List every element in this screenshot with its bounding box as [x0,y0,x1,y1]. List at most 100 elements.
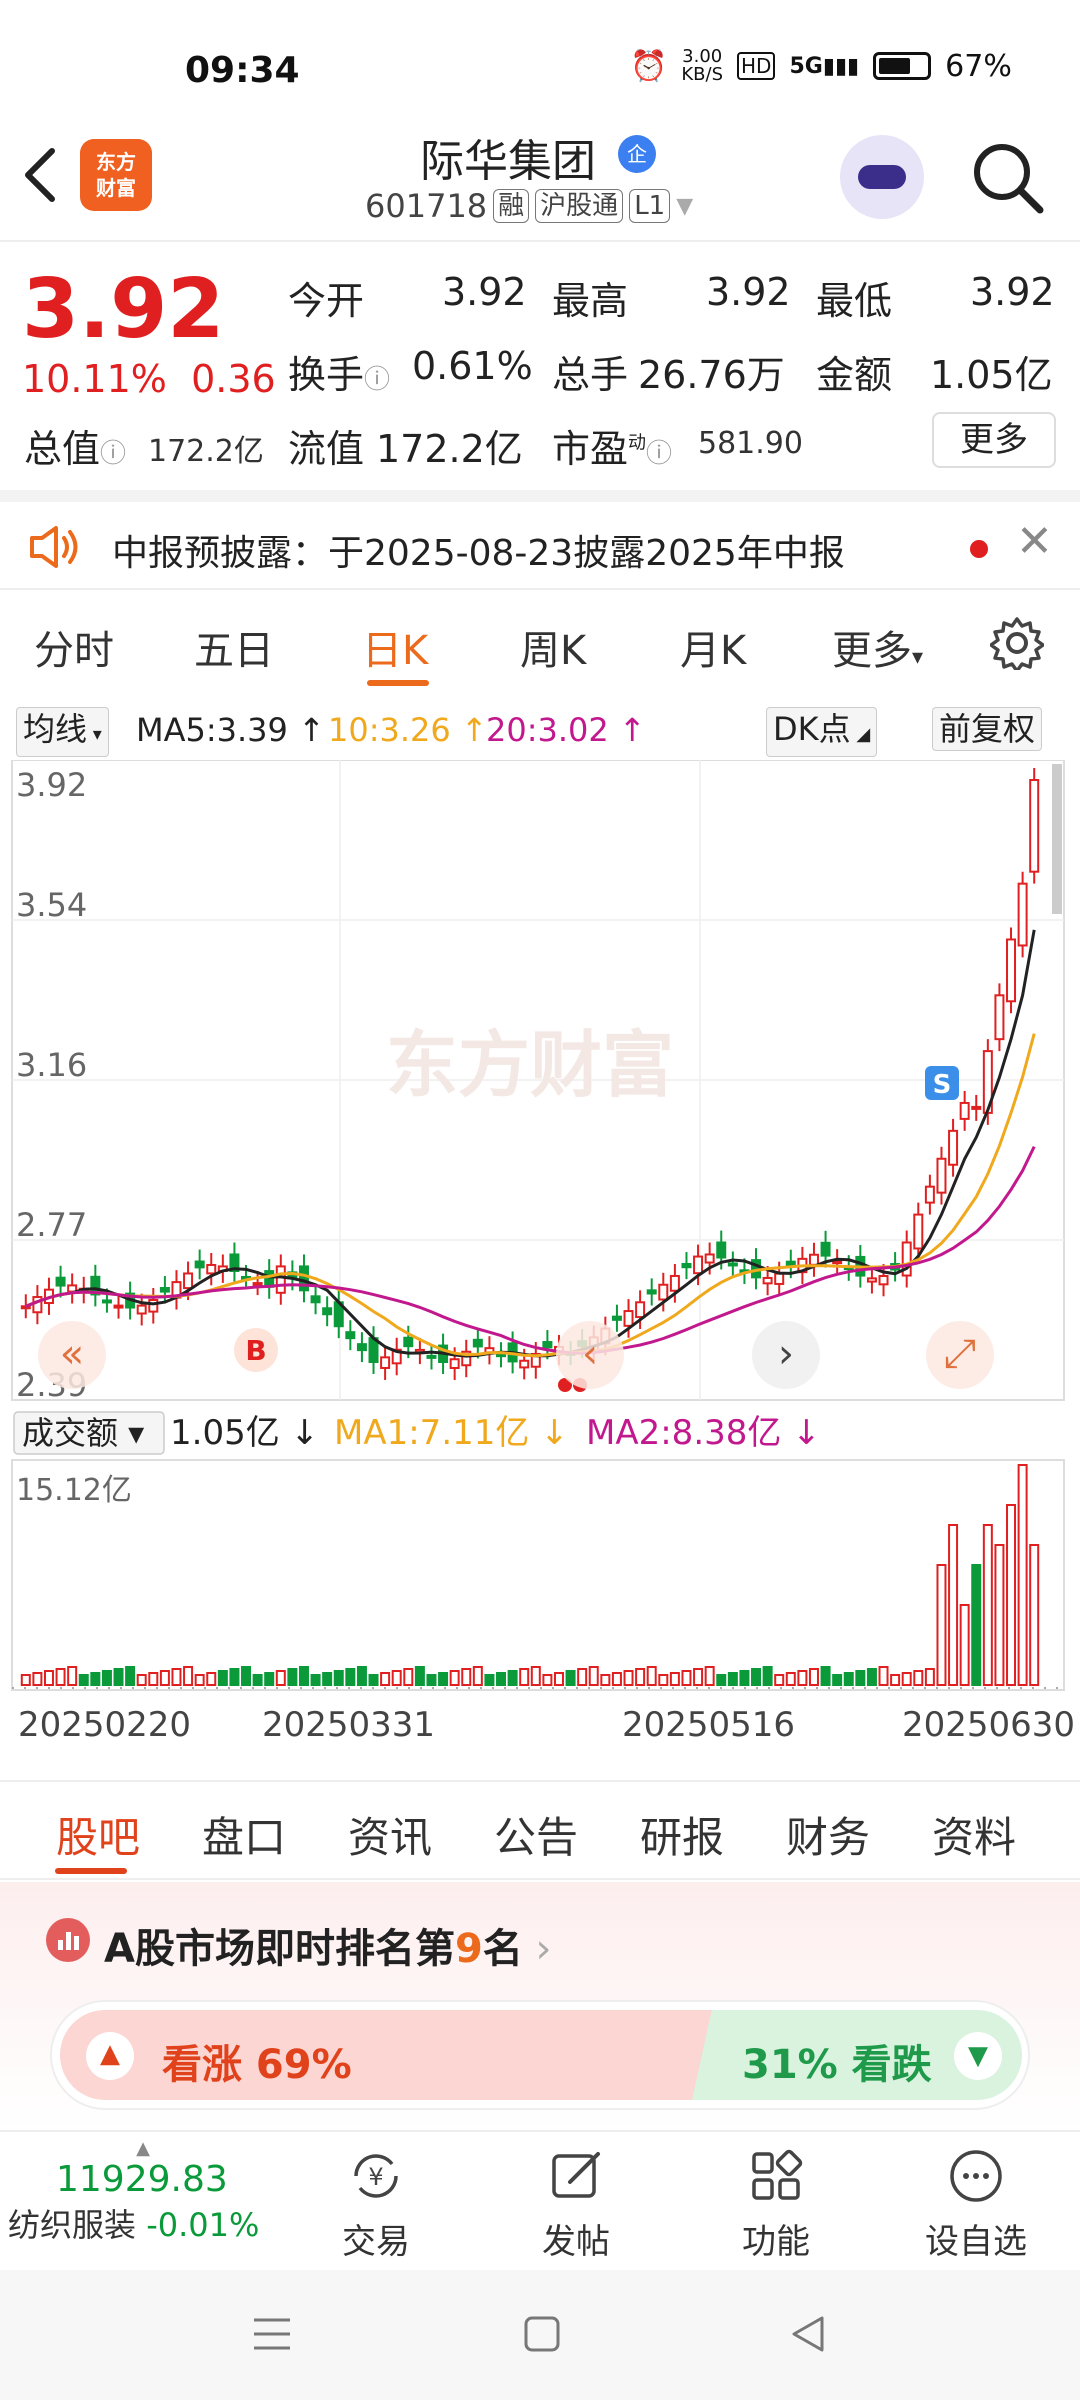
volume-bar [553,1672,564,1686]
tab-profile[interactable]: 资料 [932,1804,1016,1865]
signal-icon: 5G▮▮▮ [789,53,860,79]
notice-bar[interactable]: 中报预披露：于2025-08-23披露2025年中报 ✕ [0,490,1080,590]
low-field: 最低 [816,279,893,323]
price-tick-label: 3.54 [16,886,87,924]
volume-panel-frame [11,1459,1065,1691]
volume-bar [298,1666,309,1686]
search-button[interactable] [970,140,1046,216]
status-bar: 09:34 ⏰ 3.00 KB/S HD 5G▮▮▮ 67% [0,0,1080,125]
volume-bar [461,1668,472,1686]
indicator-selector[interactable]: 均线 ▾ [16,707,109,757]
tab-financials[interactable]: 财务 [786,1804,870,1865]
candle-body [148,1298,159,1313]
tab-weekly-k[interactable]: 周K [520,618,586,676]
adjust-selector[interactable]: 前复权 [932,707,1043,751]
volume-bar [866,1668,877,1686]
settings-icon[interactable] [989,616,1045,674]
volume-legend: 成交额 ▾ 1.05亿 ↓ MA1:7.11亿 ↓ MA2:8.38亿 ↓ [13,1411,821,1455]
level-tag: L1 [629,189,671,223]
tab-research[interactable]: 研报 [640,1804,724,1865]
turnover-field[interactable]: 换手ⓘ [288,344,390,399]
volume-bar [125,1666,136,1686]
volume-bar [380,1672,391,1686]
speaker-icon [26,522,82,576]
back-button[interactable] [20,145,80,215]
back-nav-icon[interactable] [786,2312,830,2360]
candle-body [681,1263,692,1269]
volume-bar [739,1670,750,1686]
vote-up-button[interactable]: ▲ 看涨 69% [60,2010,740,2100]
home-nav-icon[interactable] [520,2312,564,2360]
enterprise-badge: 企 [618,135,656,173]
tab-forum[interactable]: 股吧 [56,1804,140,1865]
candle-body [866,1277,877,1283]
candle-body [403,1336,414,1348]
candle-body [994,994,1005,1041]
rank-chart-icon [46,1918,90,1962]
trade-button[interactable]: ¥ 交易 [306,2146,446,2263]
volume-bar [217,1670,228,1686]
battery-icon [873,52,932,80]
menu-nav-icon[interactable] [250,2312,294,2360]
stock-code-line[interactable]: 601718 融 沪股通 L1 ▼ [365,187,693,225]
k-line-chart[interactable]: 东方财富 3.923.543.162.772.39 BS «‹ › ⤢ 成交额 ▾ 1… [0,760,1080,1780]
ma20-line [25,1145,1036,1355]
volume-bar [948,1524,959,1686]
mktcap-field[interactable]: 总值ⓘ [24,418,126,473]
app-logo[interactable]: 东方 财富 [80,139,152,211]
volume-bar [275,1670,286,1686]
quote-panel: 3.92 10.11% 0.36 今开 3.92 最高 3.92 最低 3.92… [0,240,1080,488]
candle-body [913,1213,924,1250]
date-labels: 20250220 20250331 20250516 20250630 [18,1705,1075,1745]
functions-button[interactable]: 功能 [706,2146,846,2263]
close-notice-button[interactable]: ✕ [1016,516,1053,567]
volume-bar [438,1672,449,1686]
price-tick-label: 3.92 [16,766,87,804]
assistant-robot-icon[interactable] [840,135,924,219]
volume-bar [855,1670,866,1686]
tab-order-book[interactable]: 盘口 [202,1804,286,1865]
volume-bar [171,1668,182,1686]
high-value: 3.92 [706,270,791,314]
vote-down-button[interactable]: 31% 看跌 ▼ [692,2010,1022,2100]
volume-bar [194,1674,205,1686]
volume-bar [32,1672,43,1686]
volume-bar [994,1544,1005,1686]
trade-icon: ¥ [354,2154,398,2198]
low-value: 3.92 [970,270,1055,314]
tab-announcements[interactable]: 公告 [494,1804,578,1865]
more-quote-button[interactable]: 更多 [932,412,1056,468]
index-widget[interactable]: ▲ 11929.83 纺织服装 -0.01% [8,2138,278,2246]
tab-intraday[interactable]: 分时 [34,618,114,676]
tab-news[interactable]: 资讯 [348,1804,432,1865]
volume-bar [78,1674,89,1686]
volume-bar [658,1674,669,1686]
dk-point-toggle[interactable]: DK点 ◢ [766,707,878,757]
pe-field[interactable]: 市盈动ⓘ [552,418,672,473]
volume-bar [924,1668,935,1686]
tab-more[interactable]: 更多▾ [832,618,923,676]
candle-body [716,1241,727,1259]
volume-value: 1.05亿 ↓ [170,1413,319,1453]
market-rank[interactable]: A股市场即时排名第9名 › [104,1916,552,1974]
last-price: 3.92 [22,262,225,357]
candle-body [310,1295,321,1304]
index-value: 11929.83 [56,2159,228,2200]
amount-value: 1.05亿 [930,353,1053,397]
volume-bar [472,1666,483,1686]
tab-daily-k[interactable]: 日K [362,618,428,676]
post-button[interactable]: 发帖 [506,2146,646,2263]
tab-five-day[interactable]: 五日 [194,618,274,676]
stock-code: 601718 [365,187,488,225]
volume-bar [971,1564,982,1686]
candle-body [762,1276,773,1285]
candle-body [55,1276,66,1287]
connect-tag: 沪股通 [535,189,624,223]
add-watchlist-button[interactable]: 设自选 [906,2146,1046,2263]
tab-monthly-k[interactable]: 月K [680,618,746,676]
candle-body [322,1307,333,1316]
margin-tag: 融 [493,189,530,223]
candle-body [635,1301,646,1319]
more-dots-icon [950,2150,1002,2202]
svg-text:¥: ¥ [368,2163,383,2191]
